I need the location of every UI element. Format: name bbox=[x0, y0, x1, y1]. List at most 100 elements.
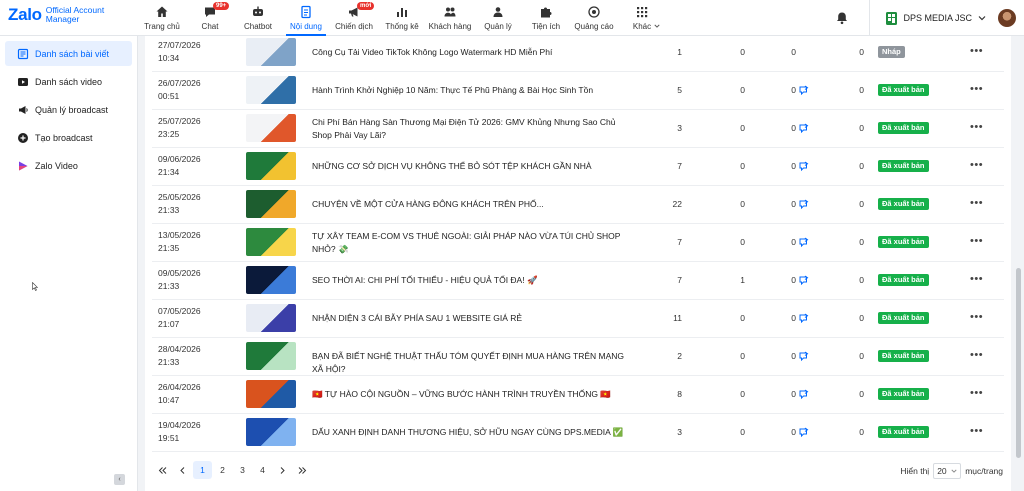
share-icon[interactable] bbox=[799, 85, 809, 95]
logo[interactable]: Zalo Official Account Manager bbox=[8, 5, 104, 25]
scrollbar[interactable] bbox=[1016, 268, 1021, 458]
status-badge: Đã xuất bản bbox=[878, 274, 929, 286]
article-title[interactable]: SEO THỜI AI: CHI PHÍ TỐI THIỂU - HIỆU QU… bbox=[312, 274, 628, 287]
first-page-button[interactable] bbox=[153, 461, 172, 479]
publish-date: 09/06/2026 21:34 bbox=[158, 154, 201, 177]
next-page-button[interactable] bbox=[273, 461, 292, 479]
table-row[interactable]: 19/04/2026 19:51 DẤU XANH ĐỊNH DANH THƯƠNG… bbox=[152, 414, 1004, 452]
nav-item-bar-chart[interactable]: Thống kê bbox=[378, 0, 426, 36]
more-options-icon[interactable]: ••• bbox=[970, 274, 984, 286]
last-page-button[interactable] bbox=[293, 461, 312, 479]
comments-count: 0 bbox=[859, 389, 864, 399]
more-options-icon[interactable]: ••• bbox=[970, 160, 984, 172]
nav-item-home[interactable]: Trang chủ bbox=[138, 0, 186, 36]
article-title[interactable]: Công Cụ Tải Video TikTok Không Logo Wate… bbox=[312, 46, 628, 59]
article-thumbnail[interactable] bbox=[246, 190, 296, 218]
avatar[interactable] bbox=[998, 9, 1016, 27]
article-title[interactable]: Hành Trình Khởi Nghiệp 10 Năm: Thực Tế P… bbox=[312, 84, 628, 97]
article-thumbnail[interactable] bbox=[246, 418, 296, 446]
table-row[interactable]: 26/07/2026 00:51 Hành Trình Khởi Nghiệp 10… bbox=[152, 72, 1004, 110]
more-options-icon[interactable]: ••• bbox=[970, 236, 984, 248]
publish-date: 27/07/2026 10:34 bbox=[158, 40, 201, 63]
share-icon[interactable] bbox=[799, 123, 809, 133]
article-title[interactable]: NHẬN DIỆN 3 CÁI BẪY PHÍA SAU 1 WEBSITE G… bbox=[312, 312, 628, 325]
share-icon[interactable] bbox=[799, 313, 809, 323]
chevron-down-icon bbox=[654, 24, 660, 28]
table-row[interactable]: 25/05/2026 21:33 CHUYỆN VỀ MỘT CỬA HÀNG ĐÔ… bbox=[152, 186, 1004, 224]
table-row[interactable]: 09/05/2026 21:33 SEO THỜI AI: CHI PHÍ TỐI … bbox=[152, 262, 1004, 300]
sidebar-item-label: Quản lý broadcast bbox=[35, 104, 109, 115]
sidebar-item-broadcast[interactable]: Quản lý broadcast bbox=[5, 97, 132, 122]
page-number-button[interactable]: 1 bbox=[193, 461, 212, 479]
video-list-icon bbox=[18, 77, 28, 86]
share-icon[interactable] bbox=[799, 275, 809, 285]
logo-subtitle: Official Account Manager bbox=[45, 5, 105, 24]
publish-date: 13/05/2026 21:35 bbox=[158, 230, 201, 253]
publish-date: 07/05/2026 21:07 bbox=[158, 306, 201, 329]
article-list-panel: 27/07/2026 10:34 Công Cụ Tải Video TikTok … bbox=[145, 36, 1011, 491]
sidebar-item-video-list[interactable]: Danh sách video bbox=[5, 69, 132, 94]
account-switcher[interactable]: DPS MEDIA JSC bbox=[886, 11, 986, 25]
account-name: DPS MEDIA JSC bbox=[903, 13, 972, 23]
collapse-sidebar-button[interactable]: ‹ bbox=[114, 474, 125, 485]
page-size-select[interactable]: 20 bbox=[933, 463, 962, 479]
more-options-icon[interactable]: ••• bbox=[970, 84, 984, 96]
article-title[interactable]: TỰ XÂY TEAM E-COM VS THUÊ NGOÀI: GIẢI PH… bbox=[312, 230, 628, 256]
nav-item-grid[interactable]: Khác bbox=[618, 0, 666, 36]
nav-item-ads[interactable]: Quảng cáo bbox=[570, 0, 618, 36]
article-thumbnail[interactable] bbox=[246, 38, 296, 66]
article-title[interactable]: 🇻🇳 TỰ HÀO CỘI NGUỒN – VỮNG BƯỚC HÀNH TRÌ… bbox=[312, 388, 628, 401]
share-icon[interactable] bbox=[799, 199, 809, 209]
sidebar-item-add-circle[interactable]: Tạo broadcast bbox=[5, 125, 132, 150]
table-row[interactable]: 09/06/2026 21:34 NHỮNG CƠ SỞ DỊCH VỤ KHÔNG… bbox=[152, 148, 1004, 186]
article-title[interactable]: DẤU XANH ĐỊNH DANH THƯƠNG HIỆU, SỞ HỮU N… bbox=[312, 426, 628, 439]
more-options-icon[interactable]: ••• bbox=[970, 122, 984, 134]
more-options-icon[interactable]: ••• bbox=[970, 388, 984, 400]
nav-item-users[interactable]: Khách hàng bbox=[426, 0, 474, 36]
prev-page-button[interactable] bbox=[173, 461, 192, 479]
article-thumbnail[interactable] bbox=[246, 380, 296, 408]
article-title[interactable]: NHỮNG CƠ SỞ DỊCH VỤ KHÔNG THỂ BỎ SÓT TỆP… bbox=[312, 160, 628, 173]
more-options-icon[interactable]: ••• bbox=[970, 350, 984, 362]
table-row[interactable]: 13/05/2026 21:35 TỰ XÂY TEAM E-COM VS THUÊ… bbox=[152, 224, 1004, 262]
table-row[interactable]: 26/04/2026 10:47 🇻🇳 TỰ HÀO CỘI NGUỒN – VỮN… bbox=[152, 376, 1004, 414]
nav-item-document[interactable]: Nội dung bbox=[282, 0, 330, 36]
more-options-icon[interactable]: ••• bbox=[970, 198, 984, 210]
table-row[interactable]: 07/05/2026 21:07 NHẬN DIỆN 3 CÁI BẪY PHÍA … bbox=[152, 300, 1004, 338]
nav-item-robot[interactable]: Chatbot bbox=[234, 0, 282, 36]
article-thumbnail[interactable] bbox=[246, 114, 296, 142]
shares-count: 0 bbox=[791, 199, 796, 209]
more-options-icon[interactable]: ••• bbox=[970, 312, 984, 324]
share-icon[interactable] bbox=[799, 351, 809, 361]
share-icon[interactable] bbox=[799, 389, 809, 399]
double-chevron-left-icon bbox=[158, 466, 167, 474]
table-row[interactable]: 27/07/2026 10:34 Công Cụ Tải Video TikTok … bbox=[152, 34, 1004, 72]
sidebar-item-article-list[interactable]: Danh sách bài viết bbox=[5, 41, 132, 66]
nav-item-puzzle[interactable]: Tiện ích bbox=[522, 0, 570, 36]
article-thumbnail[interactable] bbox=[246, 152, 296, 180]
nav-item-megaphone[interactable]: Chiến dịch mới bbox=[330, 0, 378, 36]
article-thumbnail[interactable] bbox=[246, 228, 296, 256]
article-title[interactable]: CHUYỆN VỀ MỘT CỬA HÀNG ĐÔNG KHÁCH TRÊN P… bbox=[312, 198, 628, 211]
share-icon[interactable] bbox=[799, 237, 809, 247]
table-row[interactable]: 25/07/2026 23:25 Chi Phí Bán Hàng Sàn Thươ… bbox=[152, 110, 1004, 148]
more-options-icon[interactable]: ••• bbox=[970, 426, 984, 438]
share-icon[interactable] bbox=[799, 161, 809, 171]
page-number-button[interactable]: 2 bbox=[213, 461, 232, 479]
nav-item-chat[interactable]: Chat 99+ bbox=[186, 0, 234, 36]
article-title[interactable]: Chi Phí Bán Hàng Sàn Thương Mại Điện Tử … bbox=[312, 116, 628, 142]
bell-icon[interactable] bbox=[835, 11, 849, 25]
share-icon[interactable] bbox=[799, 427, 809, 437]
nav-item-user-manage[interactable]: Quản lý bbox=[474, 0, 522, 36]
more-options-icon[interactable]: ••• bbox=[970, 46, 984, 58]
article-thumbnail[interactable] bbox=[246, 342, 296, 370]
nav-label: Quảng cáo bbox=[574, 22, 614, 31]
article-thumbnail[interactable] bbox=[246, 76, 296, 104]
page-number-button[interactable]: 4 bbox=[253, 461, 272, 479]
article-thumbnail[interactable] bbox=[246, 266, 296, 294]
sidebar-item-zalo-video[interactable]: Zalo Video bbox=[5, 153, 132, 178]
article-title[interactable]: BẠN ĐÃ BIẾT NGHỆ THUẬT THẤU TÓM QUYẾT ĐỊ… bbox=[312, 350, 628, 376]
article-thumbnail[interactable] bbox=[246, 304, 296, 332]
page-number-button[interactable]: 3 bbox=[233, 461, 252, 479]
table-row[interactable]: 28/04/2026 21:33 BẠN ĐÃ BIẾT NGHỆ THUẬT TH… bbox=[152, 338, 1004, 376]
